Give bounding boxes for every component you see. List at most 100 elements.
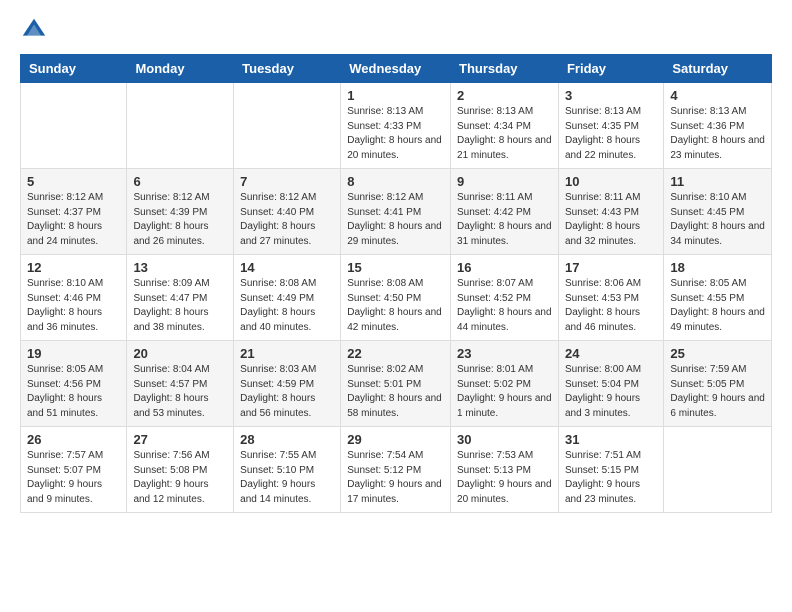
col-header-monday: Monday <box>127 55 234 83</box>
day-info: Sunrise: 8:12 AM Sunset: 4:40 PM Dayligh… <box>240 191 334 249</box>
day-cell: 14 Sunrise: 8:08 AM Sunset: 4:49 PM Dayli… <box>234 255 341 341</box>
day-number: 21 <box>240 346 334 361</box>
day-info: Sunrise: 8:10 AM Sunset: 4:45 PM Dayligh… <box>670 191 765 249</box>
day-info: Sunrise: 8:09 AM Sunset: 4:47 PM Dayligh… <box>133 277 227 335</box>
day-info: Sunrise: 8:03 AM Sunset: 4:59 PM Dayligh… <box>240 363 334 421</box>
day-number: 24 <box>565 346 657 361</box>
day-cell: 12 Sunrise: 8:10 AM Sunset: 4:46 PM Dayli… <box>21 255 127 341</box>
day-cell: 30 Sunrise: 7:53 AM Sunset: 5:13 PM Dayli… <box>451 427 559 513</box>
day-info: Sunrise: 7:51 AM Sunset: 5:15 PM Dayligh… <box>565 449 657 507</box>
day-number: 16 <box>457 260 552 275</box>
day-info: Sunrise: 8:06 AM Sunset: 4:53 PM Dayligh… <box>565 277 657 335</box>
day-info: Sunrise: 8:07 AM Sunset: 4:52 PM Dayligh… <box>457 277 552 335</box>
day-number: 5 <box>27 174 120 189</box>
day-info: Sunrise: 7:54 AM Sunset: 5:12 PM Dayligh… <box>347 449 444 507</box>
day-cell: 28Sunrise: 7:55 AM Sunset: 5:10 PM Dayli… <box>234 427 341 513</box>
day-info: Sunrise: 8:01 AM Sunset: 5:02 PM Dayligh… <box>457 363 552 421</box>
day-cell: 10 Sunrise: 8:11 AM Sunset: 4:43 PM Dayli… <box>558 169 663 255</box>
day-number: 18 <box>670 260 765 275</box>
day-cell: 17 Sunrise: 8:06 AM Sunset: 4:53 PM Dayli… <box>558 255 663 341</box>
day-number: 28 <box>240 432 334 447</box>
day-cell: 3 Sunrise: 8:13 AM Sunset: 4:35 PM Daylig… <box>558 83 663 169</box>
day-number: 17 <box>565 260 657 275</box>
day-cell: 18 Sunrise: 8:05 AM Sunset: 4:55 PM Dayli… <box>664 255 772 341</box>
day-info: Sunrise: 8:02 AM Sunset: 5:01 PM Dayligh… <box>347 363 444 421</box>
day-cell: 4 Sunrise: 8:13 AM Sunset: 4:36 PM Daylig… <box>664 83 772 169</box>
day-info: Sunrise: 8:12 AM Sunset: 4:41 PM Dayligh… <box>347 191 444 249</box>
day-cell <box>234 83 341 169</box>
day-info: Sunrise: 8:05 AM Sunset: 4:56 PM Dayligh… <box>27 363 120 421</box>
day-number: 29 <box>347 432 444 447</box>
day-number: 6 <box>133 174 227 189</box>
day-info: Sunrise: 8:13 AM Sunset: 4:36 PM Dayligh… <box>670 105 765 163</box>
day-cell: 26 Sunrise: 7:57 AM Sunset: 5:07 PM Dayli… <box>21 427 127 513</box>
day-number: 3 <box>565 88 657 103</box>
week-row-4: 19 Sunrise: 8:05 AM Sunset: 4:56 PM Dayli… <box>21 341 772 427</box>
day-number: 25 <box>670 346 765 361</box>
day-number: 10 <box>565 174 657 189</box>
day-info: Sunrise: 7:56 AM Sunset: 5:08 PM Dayligh… <box>133 449 227 507</box>
day-cell: 7Sunrise: 8:12 AM Sunset: 4:40 PM Daylig… <box>234 169 341 255</box>
day-info: Sunrise: 8:13 AM Sunset: 4:35 PM Dayligh… <box>565 105 657 163</box>
day-info: Sunrise: 7:53 AM Sunset: 5:13 PM Dayligh… <box>457 449 552 507</box>
day-number: 13 <box>133 260 227 275</box>
day-info: Sunrise: 8:11 AM Sunset: 4:43 PM Dayligh… <box>565 191 657 249</box>
day-info: Sunrise: 8:05 AM Sunset: 4:55 PM Dayligh… <box>670 277 765 335</box>
day-info: Sunrise: 7:59 AM Sunset: 5:05 PM Dayligh… <box>670 363 765 421</box>
day-cell: 1 Sunrise: 8:13 AM Sunset: 4:33 PM Daylig… <box>341 83 451 169</box>
day-info: Sunrise: 8:12 AM Sunset: 4:37 PM Dayligh… <box>27 191 120 249</box>
day-cell: 11Sunrise: 8:10 AM Sunset: 4:45 PM Dayli… <box>664 169 772 255</box>
col-header-tuesday: Tuesday <box>234 55 341 83</box>
day-cell: 19 Sunrise: 8:05 AM Sunset: 4:56 PM Dayli… <box>21 341 127 427</box>
day-info: Sunrise: 8:13 AM Sunset: 4:33 PM Dayligh… <box>347 105 444 163</box>
day-number: 30 <box>457 432 552 447</box>
day-number: 4 <box>670 88 765 103</box>
day-cell: 22Sunrise: 8:02 AM Sunset: 5:01 PM Dayli… <box>341 341 451 427</box>
week-row-2: 5 Sunrise: 8:12 AM Sunset: 4:37 PM Daylig… <box>21 169 772 255</box>
day-number: 27 <box>133 432 227 447</box>
day-cell <box>664 427 772 513</box>
day-info: Sunrise: 8:00 AM Sunset: 5:04 PM Dayligh… <box>565 363 657 421</box>
day-cell: 27 Sunrise: 7:56 AM Sunset: 5:08 PM Dayli… <box>127 427 234 513</box>
day-number: 26 <box>27 432 120 447</box>
day-number: 1 <box>347 88 444 103</box>
day-number: 23 <box>457 346 552 361</box>
day-info: Sunrise: 8:04 AM Sunset: 4:57 PM Dayligh… <box>133 363 227 421</box>
day-info: Sunrise: 8:13 AM Sunset: 4:34 PM Dayligh… <box>457 105 552 163</box>
day-info: Sunrise: 8:11 AM Sunset: 4:42 PM Dayligh… <box>457 191 552 249</box>
day-cell: 31Sunrise: 7:51 AM Sunset: 5:15 PM Dayli… <box>558 427 663 513</box>
calendar: SundayMondayTuesdayWednesdayThursdayFrid… <box>20 54 772 513</box>
day-cell: 16 Sunrise: 8:07 AM Sunset: 4:52 PM Dayli… <box>451 255 559 341</box>
day-cell: 13 Sunrise: 8:09 AM Sunset: 4:47 PM Dayli… <box>127 255 234 341</box>
day-number: 9 <box>457 174 552 189</box>
day-info: Sunrise: 8:10 AM Sunset: 4:46 PM Dayligh… <box>27 277 120 335</box>
day-cell: 21 Sunrise: 8:03 AM Sunset: 4:59 PM Dayli… <box>234 341 341 427</box>
day-cell: 24 Sunrise: 8:00 AM Sunset: 5:04 PM Dayli… <box>558 341 663 427</box>
day-number: 20 <box>133 346 227 361</box>
logo <box>20 16 52 44</box>
day-info: Sunrise: 8:08 AM Sunset: 4:50 PM Dayligh… <box>347 277 444 335</box>
day-info: Sunrise: 8:12 AM Sunset: 4:39 PM Dayligh… <box>133 191 227 249</box>
day-number: 19 <box>27 346 120 361</box>
week-row-3: 12 Sunrise: 8:10 AM Sunset: 4:46 PM Dayli… <box>21 255 772 341</box>
day-cell: 20 Sunrise: 8:04 AM Sunset: 4:57 PM Dayli… <box>127 341 234 427</box>
day-number: 2 <box>457 88 552 103</box>
week-row-1: 1 Sunrise: 8:13 AM Sunset: 4:33 PM Daylig… <box>21 83 772 169</box>
day-info: Sunrise: 8:08 AM Sunset: 4:49 PM Dayligh… <box>240 277 334 335</box>
day-cell: 23 Sunrise: 8:01 AM Sunset: 5:02 PM Dayli… <box>451 341 559 427</box>
day-cell: 5 Sunrise: 8:12 AM Sunset: 4:37 PM Daylig… <box>21 169 127 255</box>
day-number: 15 <box>347 260 444 275</box>
day-cell: 2 Sunrise: 8:13 AM Sunset: 4:34 PM Daylig… <box>451 83 559 169</box>
day-cell: 29 Sunrise: 7:54 AM Sunset: 5:12 PM Dayli… <box>341 427 451 513</box>
col-header-sunday: Sunday <box>21 55 127 83</box>
logo-icon <box>20 16 48 44</box>
day-cell: 9 Sunrise: 8:11 AM Sunset: 4:42 PM Daylig… <box>451 169 559 255</box>
day-cell <box>127 83 234 169</box>
col-header-saturday: Saturday <box>664 55 772 83</box>
day-number: 12 <box>27 260 120 275</box>
day-number: 14 <box>240 260 334 275</box>
day-cell: 25 Sunrise: 7:59 AM Sunset: 5:05 PM Dayli… <box>664 341 772 427</box>
calendar-header-row: SundayMondayTuesdayWednesdayThursdayFrid… <box>21 55 772 83</box>
day-cell: 15 Sunrise: 8:08 AM Sunset: 4:50 PM Dayli… <box>341 255 451 341</box>
day-info: Sunrise: 7:57 AM Sunset: 5:07 PM Dayligh… <box>27 449 120 507</box>
